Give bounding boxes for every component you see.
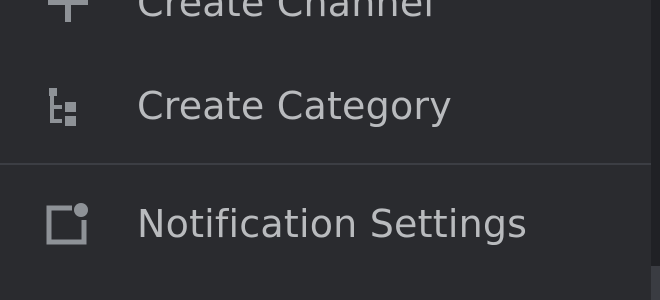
menu-item-create-channel[interactable]: Create Channel	[0, 0, 651, 28]
category-icon	[46, 86, 90, 130]
menu-item-label: Create Category	[137, 84, 452, 128]
context-menu: Create Channel Create Category Notificat…	[0, 0, 660, 300]
menu-item-label: Create Channel	[137, 0, 435, 25]
notification-settings-icon	[46, 202, 90, 246]
scrollbar-track[interactable]	[651, 0, 660, 300]
plus-icon	[46, 0, 90, 24]
menu-item-label: Notification Settings	[137, 202, 528, 246]
menu-item-create-category[interactable]: Create Category	[0, 64, 651, 154]
menu-divider	[0, 163, 651, 165]
menu-item-notification-settings[interactable]: Notification Settings	[0, 180, 651, 270]
scrollbar-thumb[interactable]	[651, 266, 660, 300]
